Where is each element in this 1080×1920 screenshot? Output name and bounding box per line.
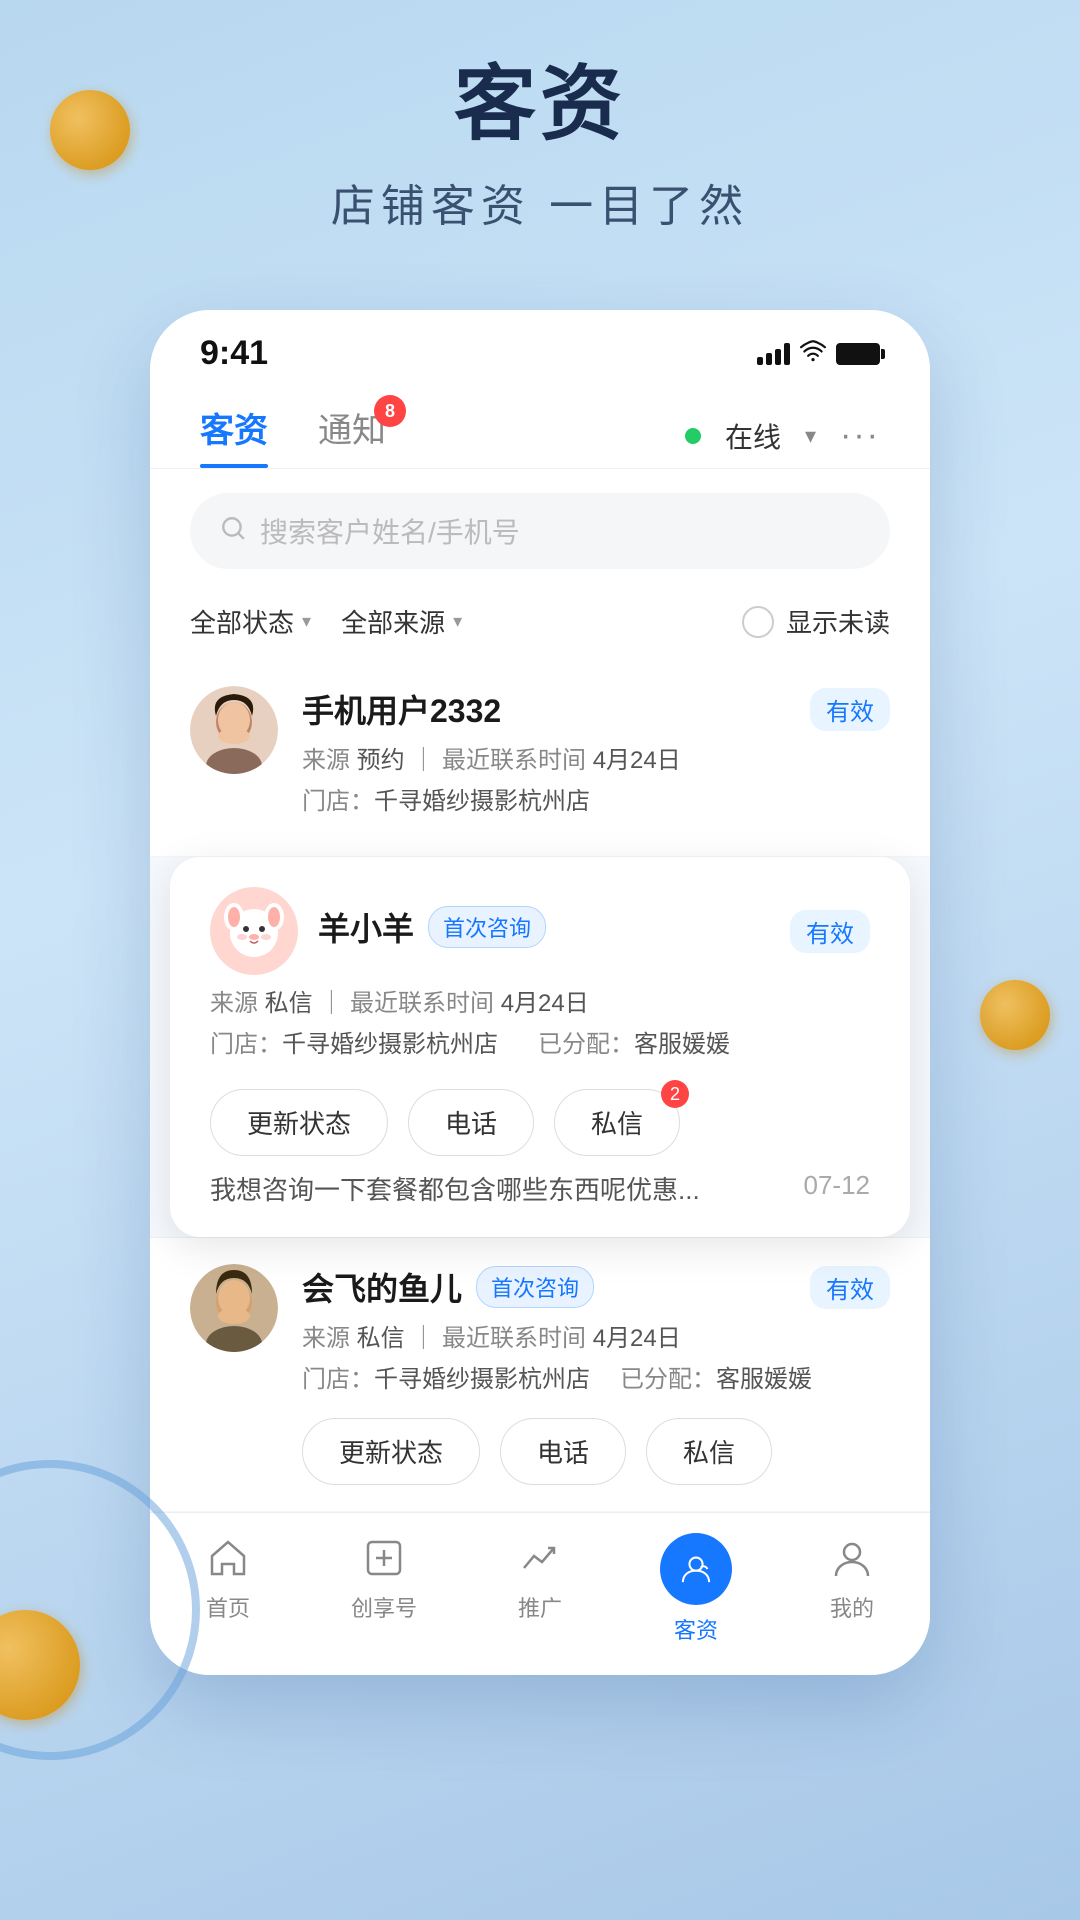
customer-list: 手机用户2332 有效 来源 预约 ｜ 最近联系时间 4月24日 门店：千寻婚纱… [150, 660, 930, 1512]
create-icon [359, 1533, 409, 1583]
card-actions-c2: 更新状态 电话 私信 2 [210, 1089, 870, 1156]
preview-text-c2: 我想咨询一下套餐都包含哪些东西呢优惠... [210, 1170, 788, 1207]
page-header: 客资 店铺客资 一目了然 [0, 0, 1080, 274]
home-icon [203, 1533, 253, 1583]
card-meta-c2: 来源 私信 ｜ 最近联系时间 4月24日 [210, 983, 870, 1018]
phone-mockup: 9:41 客资 通知 8 在线 ▾ ··· [150, 310, 930, 1675]
card-actions-c3: 更新状态 电话 私信 [302, 1418, 890, 1485]
avatar-c1 [190, 686, 278, 774]
search-placeholder-text: 搜索客户姓名/手机号 [260, 511, 520, 551]
promote-icon [515, 1533, 565, 1583]
card-store-c3: 门店：千寻婚纱摄影杭州店 [302, 1359, 590, 1394]
status-time: 9:41 [200, 334, 268, 373]
card-status-c1: 有效 [810, 688, 890, 731]
update-status-button-c2[interactable]: 更新状态 [210, 1089, 388, 1156]
page-title: 客资 [0, 60, 1080, 150]
nav-create[interactable]: 创享号 [306, 1533, 462, 1645]
card-status-c2: 有效 [790, 910, 870, 953]
filter-source-button[interactable]: 全部来源 ▾ [341, 603, 462, 640]
tab-notify[interactable]: 通知 8 [318, 403, 386, 468]
card-preview-c2: 我想咨询一下套餐都包含哪些东西呢优惠... 07-12 [210, 1170, 870, 1207]
bottom-nav: 首页 创享号 推广 [150, 1512, 930, 1675]
tab-more-area: 在线 ▾ ··· [685, 416, 880, 456]
card-assigned-c2: 已分配：客服媛媛 [538, 1024, 730, 1059]
online-dot-icon [685, 428, 701, 444]
unread-toggle[interactable]: 显示未读 [742, 603, 890, 640]
card-status-c3: 有效 [810, 1266, 890, 1309]
chevron-down-icon[interactable]: ▾ [805, 423, 816, 449]
avatar-c3 [190, 1264, 278, 1352]
card-tag-c2: 首次咨询 [428, 906, 546, 948]
deco-ball-bottom-left [0, 1610, 80, 1720]
notify-badge: 8 [374, 395, 406, 427]
nav-mine[interactable]: 我的 [774, 1533, 930, 1645]
more-menu-button[interactable]: ··· [840, 416, 880, 455]
private-msg-button-c2[interactable]: 私信 2 [554, 1089, 680, 1156]
battery-icon [836, 343, 880, 365]
customer-card-c2-expanded[interactable]: 羊小羊 首次咨询 有效 来源 私信 ｜ 最近联系时间 4月24日 门店：千寻婚纱… [170, 857, 910, 1237]
card-meta-c3: 来源 私信 ｜ 最近联系时间 4月24日 [302, 1318, 890, 1353]
nav-home-label: 首页 [206, 1591, 250, 1623]
update-status-button-c3[interactable]: 更新状态 [302, 1418, 480, 1485]
online-label: 在线 [725, 416, 781, 456]
nav-create-label: 创享号 [351, 1591, 417, 1623]
card-meta-c1: 来源 预约 ｜ 最近联系时间 4月24日 [302, 740, 890, 775]
filter-status-button[interactable]: 全部状态 ▾ [190, 603, 311, 640]
card-store-c1: 门店：千寻婚纱摄影杭州店 [302, 781, 890, 816]
card-tag-c3: 首次咨询 [476, 1266, 594, 1308]
filter-row: 全部状态 ▾ 全部来源 ▾ 显示未读 [150, 593, 930, 660]
phone-button-c2[interactable]: 电话 [408, 1089, 534, 1156]
search-icon [220, 515, 246, 548]
customer-card-c3[interactable]: 会飞的鱼儿 首次咨询 有效 来源 私信 ｜ 最近联系时间 4月24日 门店：千寻… [150, 1237, 930, 1512]
kezu-nav-icon [660, 1533, 732, 1605]
card-info-c1: 手机用户2332 有效 来源 预约 ｜ 最近联系时间 4月24日 门店：千寻婚纱… [302, 686, 890, 830]
nav-mine-label: 我的 [830, 1591, 874, 1623]
status-icons [757, 340, 880, 368]
search-bar[interactable]: 搜索客户姓名/手机号 [190, 493, 890, 569]
nav-promote-label: 推广 [518, 1591, 562, 1623]
filter-source-chevron: ▾ [453, 611, 462, 632]
deco-ball-top-left [50, 90, 130, 170]
phone-button-c3[interactable]: 电话 [500, 1418, 626, 1485]
card-store-c2: 门店：千寻婚纱摄影杭州店 [210, 1024, 498, 1059]
private-msg-badge-c2: 2 [661, 1080, 689, 1108]
app-tabs: 客资 通知 8 在线 ▾ ··· [150, 383, 930, 469]
signal-bars-icon [757, 343, 790, 365]
page-subtitle: 店铺客资 一目了然 [0, 170, 1080, 234]
card-name-c1: 手机用户2332 [302, 686, 501, 732]
nav-kezu[interactable]: 客资 [618, 1533, 774, 1645]
nav-home[interactable]: 首页 [150, 1533, 306, 1645]
nav-promote[interactable]: 推广 [462, 1533, 618, 1645]
avatar-c2-lamb [210, 887, 298, 975]
preview-time-c2: 07-12 [804, 1170, 871, 1207]
tab-kezu[interactable]: 客资 [200, 403, 268, 468]
status-bar: 9:41 [150, 310, 930, 383]
mine-icon [827, 1533, 877, 1583]
card-assigned-c3: 已分配：客服媛媛 [620, 1359, 812, 1394]
filter-status-chevron: ▾ [302, 611, 311, 632]
wifi-icon [800, 340, 826, 368]
deco-ball-right-mid [980, 980, 1050, 1050]
nav-kezu-label: 客资 [674, 1613, 718, 1645]
card-name-c3: 会飞的鱼儿 [302, 1264, 462, 1310]
card-info-c3: 会飞的鱼儿 首次咨询 有效 来源 私信 ｜ 最近联系时间 4月24日 门店：千寻… [302, 1264, 890, 1485]
unread-radio-icon [742, 606, 774, 638]
customer-card-c1[interactable]: 手机用户2332 有效 来源 预约 ｜ 最近联系时间 4月24日 门店：千寻婚纱… [150, 660, 930, 857]
search-wrap: 搜索客户姓名/手机号 [150, 469, 930, 593]
private-msg-button-c3[interactable]: 私信 [646, 1418, 772, 1485]
card-name-c2: 羊小羊 [318, 904, 414, 950]
